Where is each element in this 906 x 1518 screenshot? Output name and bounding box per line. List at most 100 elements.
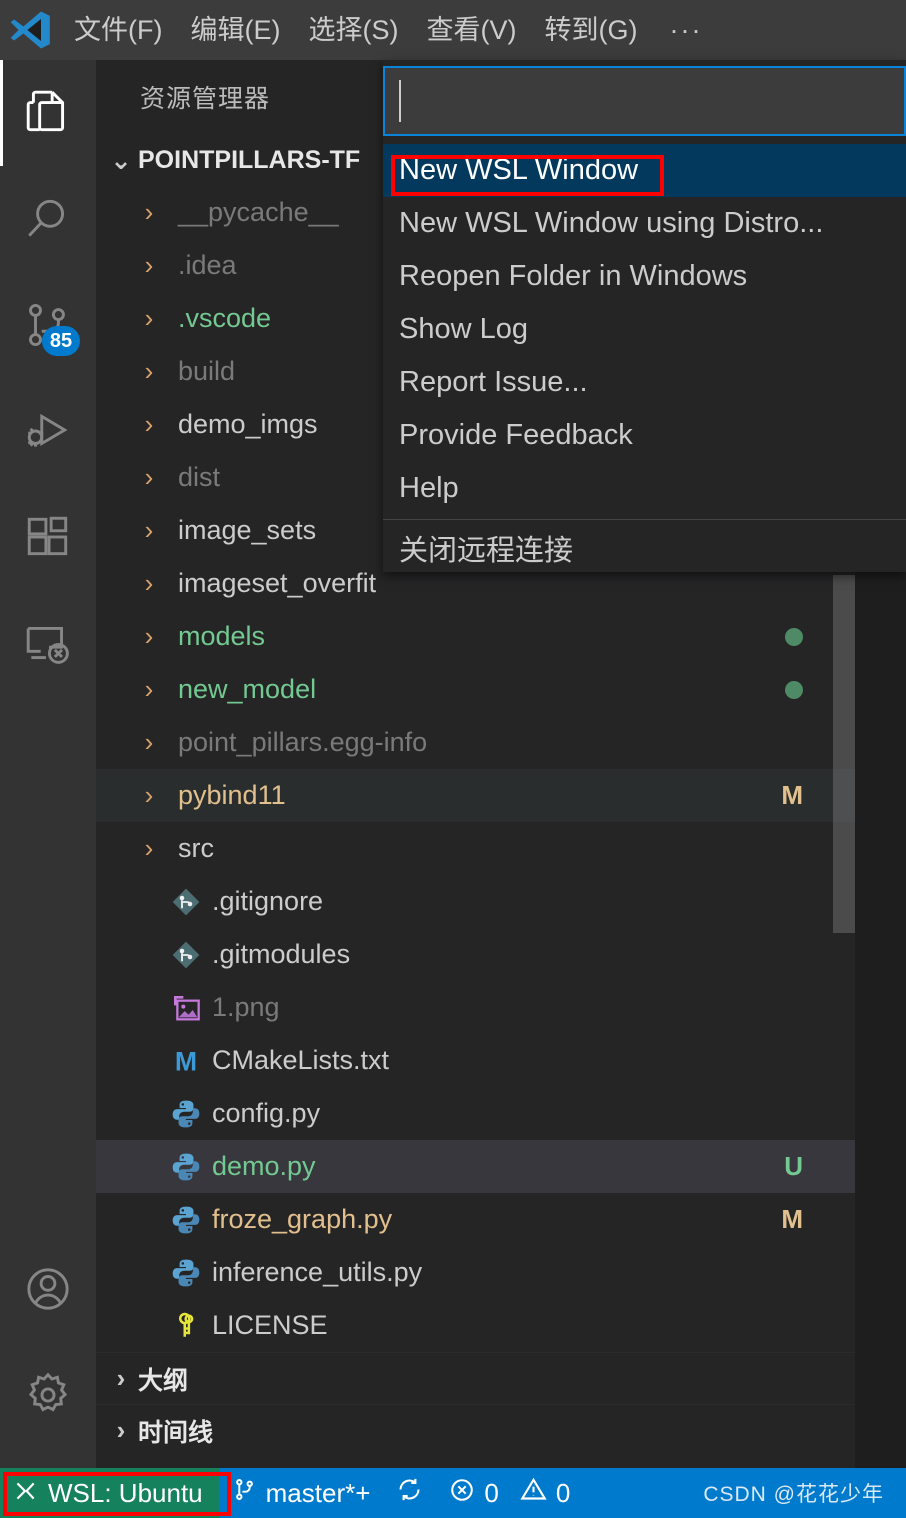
tree-item-label: 1.png xyxy=(212,992,280,1022)
tree-item-label: build xyxy=(178,356,236,386)
chevron-right-icon: › xyxy=(144,303,154,333)
python-file-icon xyxy=(166,1151,206,1183)
activity-item-run-and-debug[interactable] xyxy=(0,378,96,484)
menu-edit[interactable]: 编辑(E) xyxy=(176,0,294,60)
tree-row-inference-utils-py[interactable]: inference_utils.py xyxy=(96,1246,855,1299)
chevron-right-icon: › xyxy=(144,462,154,492)
sidebar-section-outline[interactable]: › 大纲 xyxy=(96,1352,855,1404)
section-label: 大纲 xyxy=(138,1366,189,1395)
activity-item-search[interactable] xyxy=(0,166,96,272)
tree-row-cmakelists-txt[interactable]: M CMakeLists.txt xyxy=(96,1034,855,1087)
status-problems[interactable]: 0 0 xyxy=(436,1468,583,1518)
menu-view[interactable]: 查看(V) xyxy=(412,0,530,60)
tree-item-label: __pycache__ xyxy=(178,197,339,227)
tree-item-label: dist xyxy=(178,462,221,492)
chevron-right-icon: › xyxy=(144,197,154,227)
vscode-window: 文件(F) 编辑(E) 选择(S) 查看(V) 转到(G) ··· 85 资源管… xyxy=(0,0,906,1518)
status-bar: WSL: Ubuntu master*+ 0 0 CSDN @花花少年 xyxy=(0,1468,906,1518)
activity-item-accounts[interactable] xyxy=(0,1236,96,1342)
tree-item-label: demo.py xyxy=(212,1151,316,1181)
tree-row-demo-py[interactable]: demo.py U xyxy=(96,1140,855,1193)
git-decoration-dot xyxy=(785,680,803,699)
tree-row-pybind11[interactable]: › pybind11 M xyxy=(96,769,855,822)
tree-item-label: pybind11 xyxy=(178,780,286,810)
remote-indicator-label: WSL: Ubuntu xyxy=(48,1477,203,1508)
quick-pick-item-1[interactable]: New WSL Window using Distro... xyxy=(383,197,906,250)
tree-item-label: CMakeLists.txt xyxy=(212,1045,390,1075)
activity-item-source-control[interactable]: 85 xyxy=(0,272,96,378)
tree-item-label: point_pillars.egg-info xyxy=(178,727,428,757)
quick-pick-item-2[interactable]: Reopen Folder in Windows xyxy=(383,250,906,303)
quick-pick-item-0[interactable]: New WSL Window xyxy=(383,144,906,197)
error-icon xyxy=(449,1477,475,1510)
activity-bar: 85 xyxy=(0,60,96,1468)
sidebar-sections: › 大纲 › 时间线 xyxy=(96,1352,855,1456)
tree-row-src[interactable]: › src xyxy=(96,822,855,875)
warning-count: 0 xyxy=(555,1477,571,1508)
status-remote-indicator[interactable]: WSL: Ubuntu xyxy=(0,1468,219,1518)
tree-row--gitignore[interactable]: .gitignore xyxy=(96,875,855,928)
menu-more-icon[interactable]: ··· xyxy=(651,15,720,46)
activity-item-manage-settings[interactable] xyxy=(0,1342,96,1448)
chevron-right-icon: › xyxy=(144,250,154,280)
tree-row-models[interactable]: › models xyxy=(96,610,855,663)
chevron-right-icon: › xyxy=(144,568,154,598)
activity-item-extensions[interactable] xyxy=(0,484,96,590)
chevron-right-icon: › xyxy=(144,727,154,757)
tree-item-label: .idea xyxy=(178,250,237,280)
quick-pick-item-7[interactable]: 关闭远程连接 xyxy=(383,519,906,572)
menu-selection[interactable]: 选择(S) xyxy=(294,0,412,60)
status-sync[interactable] xyxy=(383,1468,436,1518)
tree-row--gitmodules[interactable]: .gitmodules xyxy=(96,928,855,981)
python-file-icon xyxy=(166,1098,206,1130)
chevron-right-icon: › xyxy=(144,674,154,704)
warning-icon xyxy=(520,1476,547,1510)
tree-row-new-model[interactable]: › new_model xyxy=(96,663,855,716)
status-branch[interactable]: master*+ xyxy=(219,1468,384,1518)
python-file-icon xyxy=(166,1204,206,1236)
activity-item-remote-explorer[interactable] xyxy=(0,590,96,696)
activity-item-explorer[interactable] xyxy=(0,60,96,166)
remote-quick-pick: New WSL Window New WSL Window using Distr… xyxy=(383,60,906,572)
license-key-icon xyxy=(166,1311,206,1341)
text-caret xyxy=(399,80,401,122)
tree-item-label: imageset_overfit xyxy=(178,568,377,598)
quick-pick-item-4[interactable]: Report Issue... xyxy=(383,356,906,409)
tree-item-label: .gitignore xyxy=(212,886,324,916)
menu-file[interactable]: 文件(F) xyxy=(60,0,176,60)
git-decoration-letter: M xyxy=(781,780,803,810)
tree-item-label: demo_imgs xyxy=(178,409,318,439)
watermark-label: CSDN @花花少年 xyxy=(703,1483,884,1506)
chevron-right-icon: › xyxy=(144,515,154,545)
quick-pick-input[interactable] xyxy=(383,66,906,136)
tree-row-1-png[interactable]: 1.png xyxy=(96,981,855,1034)
quick-pick-list: New WSL Window New WSL Window using Distr… xyxy=(383,136,906,572)
sync-icon xyxy=(396,1476,423,1510)
svg-text:M: M xyxy=(175,1046,197,1076)
menu-go[interactable]: 转到(G) xyxy=(530,0,651,60)
tree-row-config-py[interactable]: config.py xyxy=(96,1087,855,1140)
tree-item-label: LICENSE xyxy=(212,1310,328,1340)
source-control-icon xyxy=(232,1477,257,1509)
chevron-right-icon: › xyxy=(144,356,154,386)
git-decoration-letter: M xyxy=(781,1204,803,1234)
tree-item-label: inference_utils.py xyxy=(212,1257,423,1287)
vscode-logo-icon xyxy=(0,0,60,60)
chevron-right-icon: › xyxy=(144,780,154,810)
remote-indicator-icon xyxy=(12,1478,38,1509)
section-label: 时间线 xyxy=(138,1418,214,1447)
chevron-right-icon: › xyxy=(144,409,154,439)
tree-row-license[interactable]: LICENSE xyxy=(96,1299,855,1352)
sidebar-scrollbar[interactable] xyxy=(833,575,855,933)
image-file-icon xyxy=(166,992,206,1024)
sidebar-section-timeline[interactable]: › 时间线 xyxy=(96,1404,855,1456)
tree-item-label: .gitmodules xyxy=(212,939,351,969)
quick-pick-item-5[interactable]: Provide Feedback xyxy=(383,409,906,462)
quick-pick-item-3[interactable]: Show Log xyxy=(383,303,906,356)
tree-row-froze-graph-py[interactable]: froze_graph.py M xyxy=(96,1193,855,1246)
chevron-right-icon: › xyxy=(116,1415,126,1445)
git-decoration-letter: U xyxy=(784,1151,803,1181)
quick-pick-item-6[interactable]: Help xyxy=(383,462,906,515)
python-file-icon xyxy=(166,1257,206,1289)
tree-row-point-pillars-egg-info[interactable]: › point_pillars.egg-info xyxy=(96,716,855,769)
